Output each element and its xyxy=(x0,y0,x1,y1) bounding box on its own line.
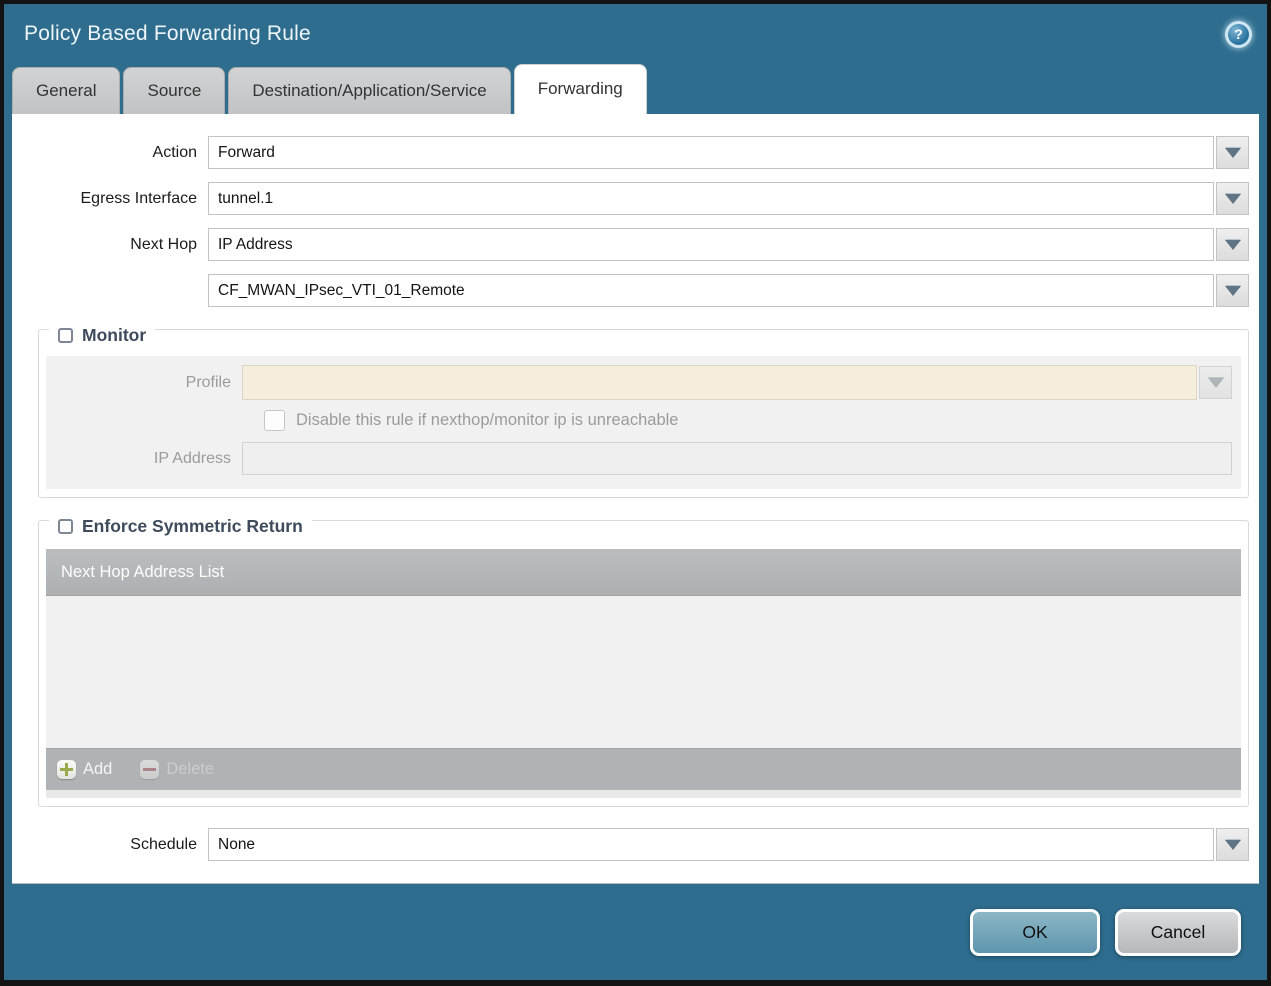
next-hop-address-list-toolbar: Add Delete xyxy=(46,748,1241,790)
tab-forwarding[interactable]: Forwarding xyxy=(513,64,647,114)
monitor-panel: Profile Disable this rule if nexthop/mon… xyxy=(46,356,1241,489)
schedule-label: Schedule xyxy=(130,835,197,853)
profile-select xyxy=(242,365,1197,400)
action-row: Action Forward xyxy=(12,136,1249,169)
next-hop-address-list-body xyxy=(46,596,1241,748)
next-hop-address-dropdown-button[interactable] xyxy=(1216,274,1249,307)
chevron-down-icon xyxy=(1207,377,1224,388)
help-icon[interactable]: ? xyxy=(1225,20,1252,48)
monitor-fieldset: Monitor Profile Disable this rule if nex… xyxy=(38,325,1249,498)
monitor-legend-label: Monitor xyxy=(82,325,147,345)
add-button-label: Add xyxy=(83,760,113,778)
action-dropdown-button[interactable] xyxy=(1216,136,1249,169)
next-hop-row: Next Hop IP Address xyxy=(12,228,1249,261)
profile-dropdown-button xyxy=(1199,366,1232,399)
delete-button: Delete xyxy=(140,760,214,779)
monitor-ip-address-label: IP Address xyxy=(153,449,231,467)
schedule-dropdown-button[interactable] xyxy=(1216,828,1249,861)
enforce-symmetric-return-checkbox[interactable] xyxy=(58,519,73,534)
dialog-footer: OK Cancel xyxy=(4,884,1267,980)
egress-interface-label: Egress Interface xyxy=(80,189,198,207)
tab-general[interactable]: General xyxy=(12,67,121,114)
next-hop-dropdown-button[interactable] xyxy=(1216,228,1249,261)
next-hop-address-select[interactable]: CF_MWAN_IPsec_VTI_01_Remote xyxy=(208,274,1214,307)
next-hop-address-list-table: Next Hop Address List Add Delete xyxy=(46,549,1241,798)
disable-rule-checkbox xyxy=(264,410,285,431)
monitor-ip-address-row: IP Address xyxy=(46,442,1232,475)
disable-rule-label: Disable this rule if nexthop/monitor ip … xyxy=(296,411,679,429)
action-label: Action xyxy=(152,143,197,161)
next-hop-address-row: CF_MWAN_IPsec_VTI_01_Remote xyxy=(12,274,1249,307)
enforce-symmetric-return-fieldset: Enforce Symmetric Return Next Hop Addres… xyxy=(38,516,1249,807)
action-select[interactable]: Forward xyxy=(208,136,1214,169)
chevron-down-icon xyxy=(1224,193,1241,204)
delete-button-label: Delete xyxy=(166,760,215,778)
chevron-down-icon xyxy=(1224,839,1241,850)
egress-interface-select[interactable]: tunnel.1 xyxy=(208,182,1214,215)
add-plus-icon xyxy=(57,760,76,779)
next-hop-type-select[interactable]: IP Address xyxy=(208,228,1214,261)
cancel-button[interactable]: Cancel xyxy=(1115,908,1241,956)
monitor-legend: Monitor xyxy=(49,325,156,346)
next-hop-address-list-header: Next Hop Address List xyxy=(46,549,1241,596)
chevron-down-icon xyxy=(1224,285,1241,296)
chevron-down-icon xyxy=(1224,239,1241,250)
enforce-symmetric-return-legend-label: Enforce Symmetric Return xyxy=(82,516,303,536)
monitor-checkbox[interactable] xyxy=(58,328,73,343)
next-hop-label: Next Hop xyxy=(130,235,197,253)
table-bottom-strip xyxy=(46,790,1241,798)
egress-interface-row: Egress Interface tunnel.1 xyxy=(12,182,1249,215)
add-button[interactable]: Add xyxy=(57,760,112,779)
pbf-rule-dialog: Policy Based Forwarding Rule ? General S… xyxy=(0,0,1271,986)
monitor-ip-address-input xyxy=(242,442,1232,475)
enforce-symmetric-return-legend: Enforce Symmetric Return xyxy=(49,516,312,537)
tab-destination-application-service[interactable]: Destination/Application/Service xyxy=(228,67,511,114)
ok-button[interactable]: OK xyxy=(970,908,1100,956)
schedule-select[interactable]: None xyxy=(208,828,1214,861)
tab-strip: General Source Destination/Application/S… xyxy=(4,64,1267,114)
egress-interface-dropdown-button[interactable] xyxy=(1216,182,1249,215)
tab-panel-forwarding: Action Forward Egress Interface tunnel.1… xyxy=(12,114,1259,884)
delete-minus-icon xyxy=(140,760,160,779)
profile-row: Profile xyxy=(46,365,1232,400)
dialog-title: Policy Based Forwarding Rule xyxy=(24,22,311,45)
profile-label: Profile xyxy=(185,373,231,391)
tab-source[interactable]: Source xyxy=(123,67,226,114)
dialog-titlebar: Policy Based Forwarding Rule ? xyxy=(4,4,1267,64)
chevron-down-icon xyxy=(1224,147,1241,158)
schedule-row: Schedule None xyxy=(12,828,1249,861)
disable-rule-row: Disable this rule if nexthop/monitor ip … xyxy=(264,410,1241,431)
